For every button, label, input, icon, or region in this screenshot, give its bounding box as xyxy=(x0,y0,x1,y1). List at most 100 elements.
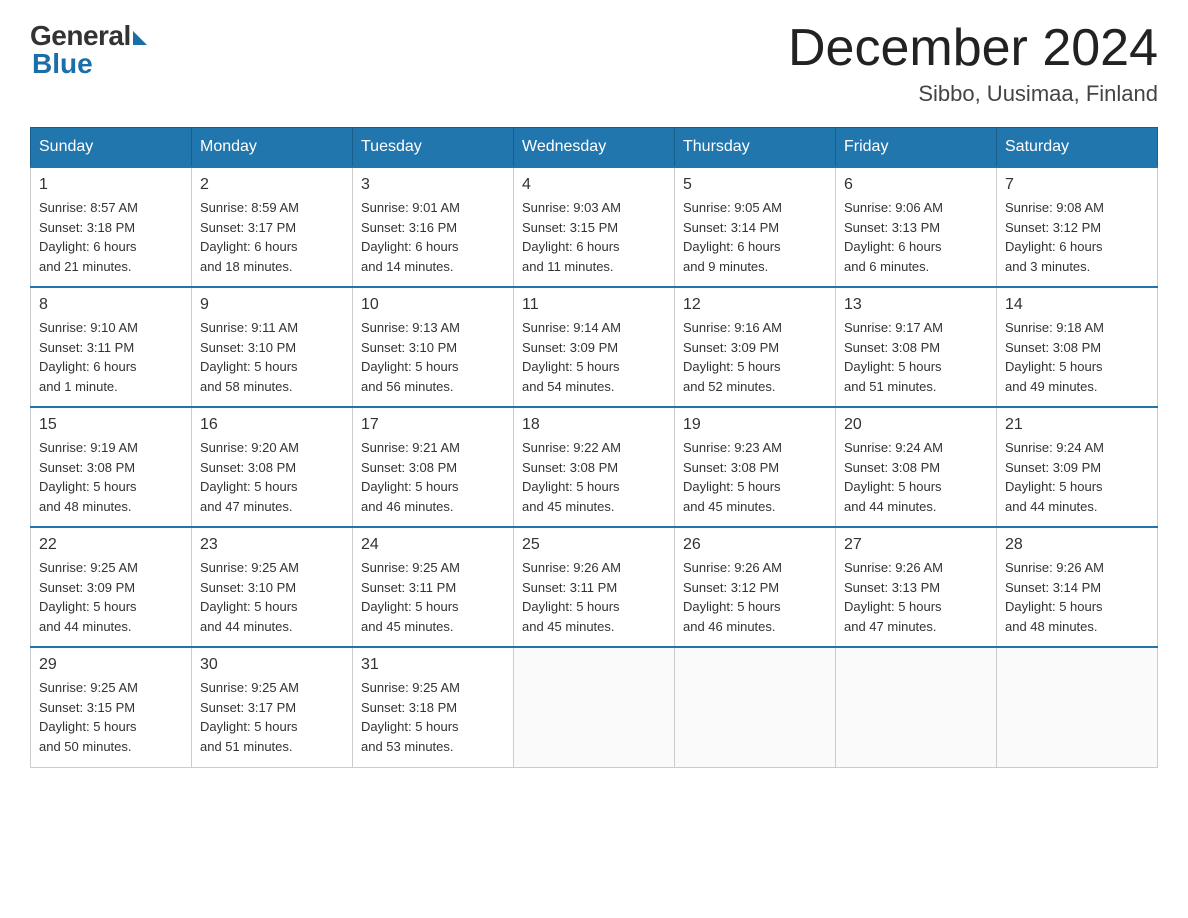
header-saturday: Saturday xyxy=(997,128,1158,168)
calendar-cell: 12 Sunrise: 9:16 AMSunset: 3:09 PMDaylig… xyxy=(675,287,836,407)
day-info: Sunrise: 9:03 AMSunset: 3:15 PMDaylight:… xyxy=(522,200,621,274)
day-number: 25 xyxy=(522,536,666,554)
day-number: 6 xyxy=(844,176,988,194)
calendar-cell: 27 Sunrise: 9:26 AMSunset: 3:13 PMDaylig… xyxy=(836,527,997,647)
day-info: Sunrise: 9:11 AMSunset: 3:10 PMDaylight:… xyxy=(200,320,298,394)
day-number: 28 xyxy=(1005,536,1149,554)
day-number: 18 xyxy=(522,416,666,434)
day-info: Sunrise: 9:18 AMSunset: 3:08 PMDaylight:… xyxy=(1005,320,1104,394)
day-info: Sunrise: 9:19 AMSunset: 3:08 PMDaylight:… xyxy=(39,440,138,514)
day-number: 24 xyxy=(361,536,505,554)
day-number: 5 xyxy=(683,176,827,194)
calendar-cell: 18 Sunrise: 9:22 AMSunset: 3:08 PMDaylig… xyxy=(514,407,675,527)
day-number: 31 xyxy=(361,656,505,674)
day-number: 11 xyxy=(522,296,666,314)
calendar-cell: 21 Sunrise: 9:24 AMSunset: 3:09 PMDaylig… xyxy=(997,407,1158,527)
day-number: 22 xyxy=(39,536,183,554)
day-number: 8 xyxy=(39,296,183,314)
day-number: 9 xyxy=(200,296,344,314)
calendar-cell: 2 Sunrise: 8:59 AMSunset: 3:17 PMDayligh… xyxy=(192,167,353,287)
day-info: Sunrise: 9:06 AMSunset: 3:13 PMDaylight:… xyxy=(844,200,943,274)
day-number: 2 xyxy=(200,176,344,194)
calendar-cell: 23 Sunrise: 9:25 AMSunset: 3:10 PMDaylig… xyxy=(192,527,353,647)
calendar-cell xyxy=(514,647,675,767)
calendar-cell: 17 Sunrise: 9:21 AMSunset: 3:08 PMDaylig… xyxy=(353,407,514,527)
day-number: 4 xyxy=(522,176,666,194)
calendar-week-row: 29 Sunrise: 9:25 AMSunset: 3:15 PMDaylig… xyxy=(31,647,1158,767)
day-info: Sunrise: 9:20 AMSunset: 3:08 PMDaylight:… xyxy=(200,440,299,514)
logo: General Blue xyxy=(30,20,147,80)
calendar-week-row: 1 Sunrise: 8:57 AMSunset: 3:18 PMDayligh… xyxy=(31,167,1158,287)
day-info: Sunrise: 9:25 AMSunset: 3:15 PMDaylight:… xyxy=(39,680,138,754)
calendar-cell: 3 Sunrise: 9:01 AMSunset: 3:16 PMDayligh… xyxy=(353,167,514,287)
calendar-cell: 4 Sunrise: 9:03 AMSunset: 3:15 PMDayligh… xyxy=(514,167,675,287)
calendar-cell xyxy=(997,647,1158,767)
day-number: 20 xyxy=(844,416,988,434)
calendar-cell: 26 Sunrise: 9:26 AMSunset: 3:12 PMDaylig… xyxy=(675,527,836,647)
day-info: Sunrise: 9:16 AMSunset: 3:09 PMDaylight:… xyxy=(683,320,782,394)
day-number: 29 xyxy=(39,656,183,674)
calendar-cell: 1 Sunrise: 8:57 AMSunset: 3:18 PMDayligh… xyxy=(31,167,192,287)
day-info: Sunrise: 9:01 AMSunset: 3:16 PMDaylight:… xyxy=(361,200,460,274)
calendar-cell: 9 Sunrise: 9:11 AMSunset: 3:10 PMDayligh… xyxy=(192,287,353,407)
calendar-cell: 7 Sunrise: 9:08 AMSunset: 3:12 PMDayligh… xyxy=(997,167,1158,287)
day-number: 23 xyxy=(200,536,344,554)
day-number: 15 xyxy=(39,416,183,434)
calendar-cell: 24 Sunrise: 9:25 AMSunset: 3:11 PMDaylig… xyxy=(353,527,514,647)
day-info: Sunrise: 9:14 AMSunset: 3:09 PMDaylight:… xyxy=(522,320,621,394)
calendar-week-row: 15 Sunrise: 9:19 AMSunset: 3:08 PMDaylig… xyxy=(31,407,1158,527)
day-info: Sunrise: 9:26 AMSunset: 3:13 PMDaylight:… xyxy=(844,560,943,634)
calendar-cell: 30 Sunrise: 9:25 AMSunset: 3:17 PMDaylig… xyxy=(192,647,353,767)
calendar-table: SundayMondayTuesdayWednesdayThursdayFrid… xyxy=(30,127,1158,768)
day-info: Sunrise: 9:22 AMSunset: 3:08 PMDaylight:… xyxy=(522,440,621,514)
calendar-cell: 22 Sunrise: 9:25 AMSunset: 3:09 PMDaylig… xyxy=(31,527,192,647)
day-number: 21 xyxy=(1005,416,1149,434)
day-number: 26 xyxy=(683,536,827,554)
day-number: 10 xyxy=(361,296,505,314)
day-info: Sunrise: 9:25 AMSunset: 3:09 PMDaylight:… xyxy=(39,560,138,634)
day-number: 16 xyxy=(200,416,344,434)
day-info: Sunrise: 9:24 AMSunset: 3:08 PMDaylight:… xyxy=(844,440,943,514)
day-info: Sunrise: 9:17 AMSunset: 3:08 PMDaylight:… xyxy=(844,320,943,394)
day-info: Sunrise: 9:25 AMSunset: 3:10 PMDaylight:… xyxy=(200,560,299,634)
calendar-cell: 29 Sunrise: 9:25 AMSunset: 3:15 PMDaylig… xyxy=(31,647,192,767)
header-sunday: Sunday xyxy=(31,128,192,168)
day-info: Sunrise: 9:23 AMSunset: 3:08 PMDaylight:… xyxy=(683,440,782,514)
calendar-week-row: 22 Sunrise: 9:25 AMSunset: 3:09 PMDaylig… xyxy=(31,527,1158,647)
day-info: Sunrise: 9:24 AMSunset: 3:09 PMDaylight:… xyxy=(1005,440,1104,514)
calendar-cell: 10 Sunrise: 9:13 AMSunset: 3:10 PMDaylig… xyxy=(353,287,514,407)
month-title: December 2024 xyxy=(788,20,1158,77)
page-header: General Blue December 2024 Sibbo, Uusima… xyxy=(30,20,1158,107)
header-friday: Friday xyxy=(836,128,997,168)
calendar-cell: 5 Sunrise: 9:05 AMSunset: 3:14 PMDayligh… xyxy=(675,167,836,287)
calendar-cell: 6 Sunrise: 9:06 AMSunset: 3:13 PMDayligh… xyxy=(836,167,997,287)
calendar-cell: 25 Sunrise: 9:26 AMSunset: 3:11 PMDaylig… xyxy=(514,527,675,647)
calendar-week-row: 8 Sunrise: 9:10 AMSunset: 3:11 PMDayligh… xyxy=(31,287,1158,407)
header-wednesday: Wednesday xyxy=(514,128,675,168)
calendar-cell: 15 Sunrise: 9:19 AMSunset: 3:08 PMDaylig… xyxy=(31,407,192,527)
logo-arrow-icon xyxy=(133,31,147,45)
day-number: 17 xyxy=(361,416,505,434)
calendar-cell: 14 Sunrise: 9:18 AMSunset: 3:08 PMDaylig… xyxy=(997,287,1158,407)
calendar-cell: 11 Sunrise: 9:14 AMSunset: 3:09 PMDaylig… xyxy=(514,287,675,407)
day-info: Sunrise: 9:26 AMSunset: 3:14 PMDaylight:… xyxy=(1005,560,1104,634)
day-info: Sunrise: 9:13 AMSunset: 3:10 PMDaylight:… xyxy=(361,320,460,394)
day-number: 19 xyxy=(683,416,827,434)
day-number: 1 xyxy=(39,176,183,194)
header-monday: Monday xyxy=(192,128,353,168)
calendar-cell: 31 Sunrise: 9:25 AMSunset: 3:18 PMDaylig… xyxy=(353,647,514,767)
day-info: Sunrise: 9:26 AMSunset: 3:11 PMDaylight:… xyxy=(522,560,621,634)
day-number: 7 xyxy=(1005,176,1149,194)
calendar-cell: 13 Sunrise: 9:17 AMSunset: 3:08 PMDaylig… xyxy=(836,287,997,407)
calendar-cell: 16 Sunrise: 9:20 AMSunset: 3:08 PMDaylig… xyxy=(192,407,353,527)
logo-blue-text: Blue xyxy=(32,48,93,80)
calendar-cell: 20 Sunrise: 9:24 AMSunset: 3:08 PMDaylig… xyxy=(836,407,997,527)
day-number: 3 xyxy=(361,176,505,194)
location-subtitle: Sibbo, Uusimaa, Finland xyxy=(788,81,1158,107)
calendar-cell: 8 Sunrise: 9:10 AMSunset: 3:11 PMDayligh… xyxy=(31,287,192,407)
day-info: Sunrise: 9:25 AMSunset: 3:18 PMDaylight:… xyxy=(361,680,460,754)
day-info: Sunrise: 9:10 AMSunset: 3:11 PMDaylight:… xyxy=(39,320,138,394)
day-info: Sunrise: 9:26 AMSunset: 3:12 PMDaylight:… xyxy=(683,560,782,634)
calendar-cell: 28 Sunrise: 9:26 AMSunset: 3:14 PMDaylig… xyxy=(997,527,1158,647)
calendar-header-row: SundayMondayTuesdayWednesdayThursdayFrid… xyxy=(31,128,1158,168)
